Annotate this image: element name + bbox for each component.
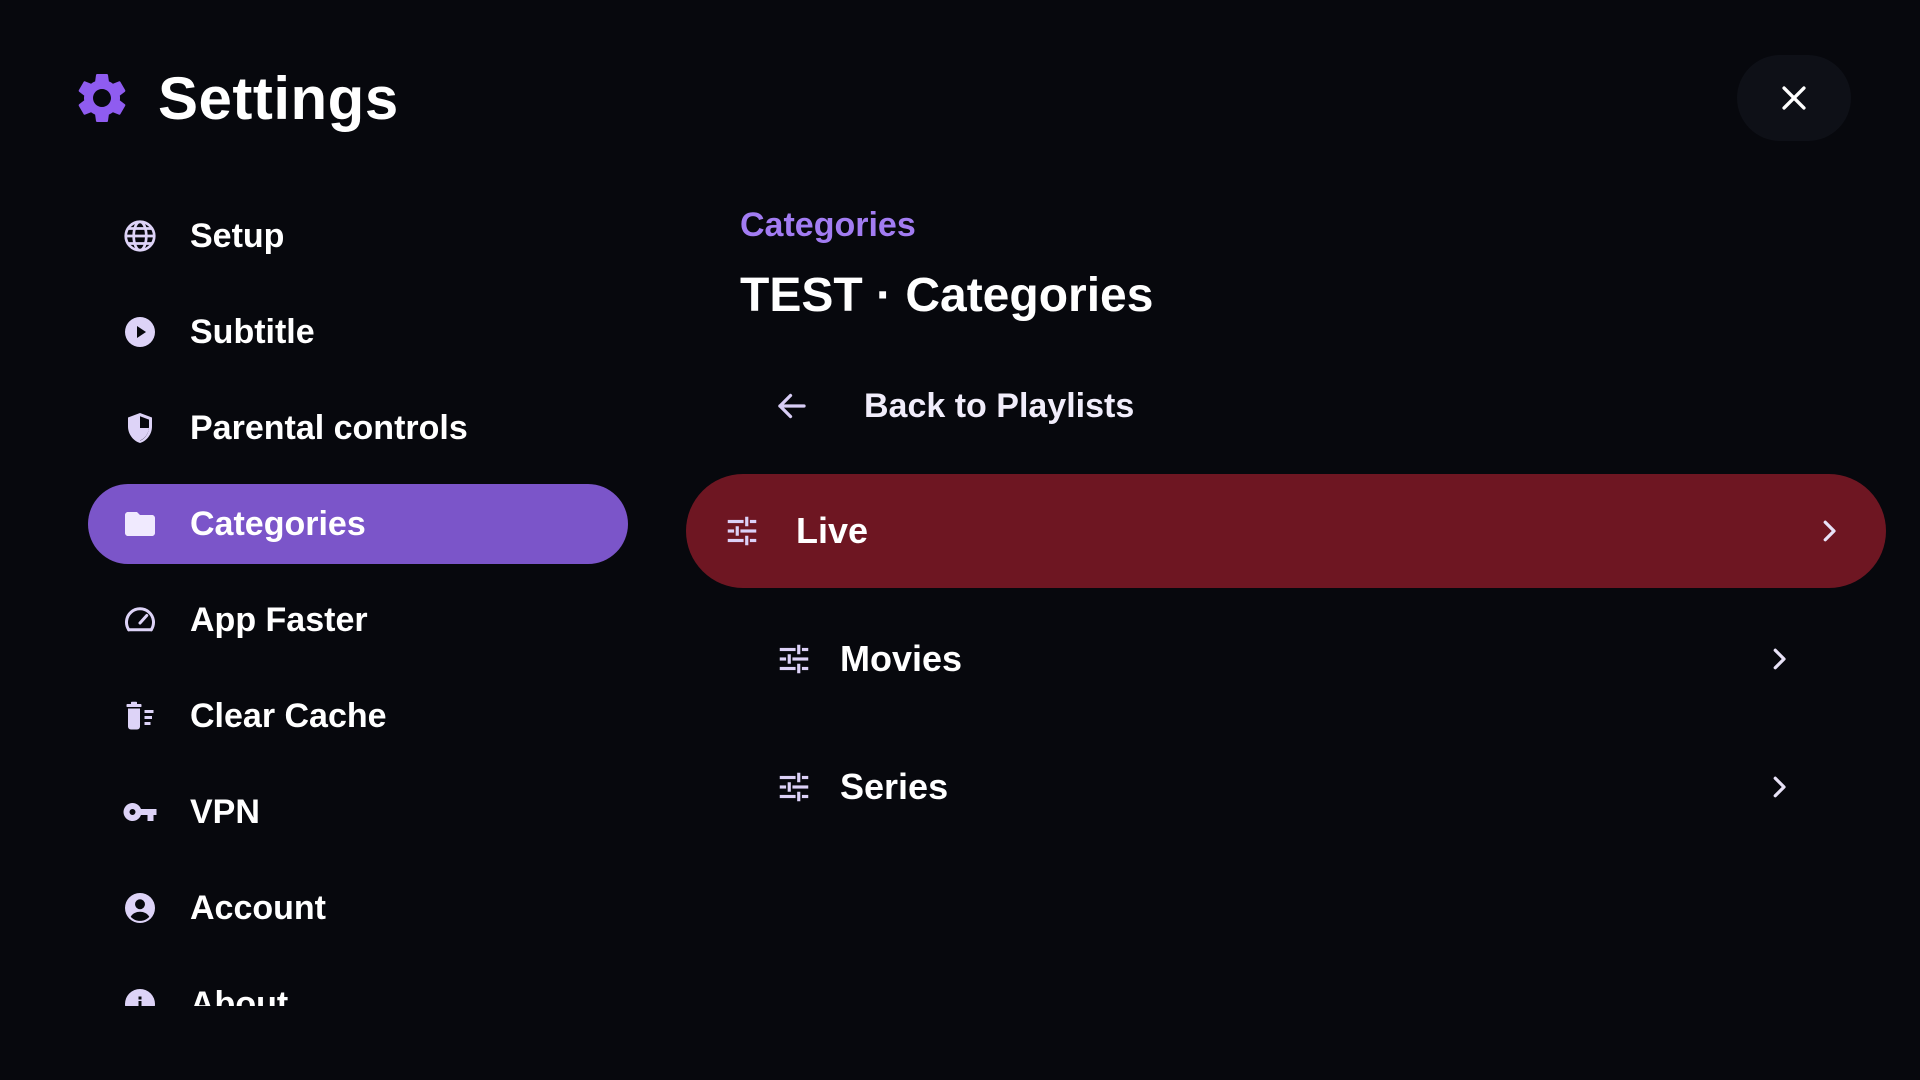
category-label: Series bbox=[840, 766, 949, 807]
tune-icon bbox=[722, 511, 762, 551]
sidebar-item-about[interactable]: About bbox=[88, 964, 628, 1006]
page-title: TEST · Categories bbox=[740, 269, 1154, 322]
sidebar-item-account[interactable]: Account bbox=[88, 868, 628, 948]
chevron-right-icon bbox=[1764, 772, 1794, 802]
chevron-right-icon bbox=[1764, 644, 1794, 674]
sidebar-item-label: Account bbox=[190, 888, 326, 927]
page-header-title: Settings bbox=[158, 64, 399, 132]
delete-sweep-icon bbox=[120, 696, 160, 736]
sidebar-item-label: Subtitle bbox=[190, 312, 315, 351]
sidebar-item-label: About bbox=[190, 984, 289, 1007]
sidebar-item-label: Setup bbox=[190, 216, 285, 255]
back-to-playlists-button[interactable]: Back to Playlists bbox=[774, 376, 1134, 436]
settings-screen: Settings Setup Subtitle Parental control… bbox=[0, 0, 1920, 1080]
sidebar-item-clear-cache[interactable]: Clear Cache bbox=[88, 676, 628, 756]
speedometer-icon bbox=[120, 600, 160, 640]
sidebar-nav: Setup Subtitle Parental controls Categor… bbox=[88, 196, 628, 1006]
key-icon bbox=[120, 792, 160, 832]
section-eyebrow: Categories bbox=[740, 206, 916, 244]
close-button[interactable] bbox=[1737, 55, 1851, 141]
category-row-series[interactable]: Series bbox=[686, 730, 1886, 844]
info-icon bbox=[120, 984, 160, 1006]
sidebar-item-setup[interactable]: Setup bbox=[88, 196, 628, 276]
sidebar-item-parental-controls[interactable]: Parental controls bbox=[88, 388, 628, 468]
back-link-label: Back to Playlists bbox=[864, 386, 1135, 425]
close-icon bbox=[1777, 81, 1811, 115]
account-circle-icon bbox=[120, 888, 160, 928]
chevron-right-icon bbox=[1814, 516, 1844, 546]
category-label: Movies bbox=[840, 638, 963, 679]
category-list: Live Movies Series bbox=[686, 474, 1886, 858]
shield-icon bbox=[120, 408, 160, 448]
folder-icon bbox=[120, 504, 160, 544]
sidebar-item-categories[interactable]: Categories bbox=[88, 484, 628, 564]
category-row-movies[interactable]: Movies bbox=[686, 602, 1886, 716]
header: Settings bbox=[72, 62, 399, 134]
tune-icon bbox=[774, 767, 814, 807]
sidebar-item-label: Parental controls bbox=[190, 408, 468, 447]
play-circle-icon bbox=[120, 312, 160, 352]
sidebar-item-label: VPN bbox=[190, 792, 260, 831]
sidebar-item-label: Categories bbox=[190, 504, 366, 543]
sidebar-item-app-faster[interactable]: App Faster bbox=[88, 580, 628, 660]
globe-icon bbox=[120, 216, 160, 256]
sidebar-item-label: Clear Cache bbox=[190, 696, 387, 735]
gear-icon bbox=[72, 68, 132, 128]
tune-icon bbox=[774, 639, 814, 679]
sidebar-item-vpn[interactable]: VPN bbox=[88, 772, 628, 852]
category-row-live[interactable]: Live bbox=[686, 474, 1886, 588]
arrow-left-icon bbox=[774, 388, 810, 424]
sidebar-item-label: App Faster bbox=[190, 600, 368, 639]
category-label: Live bbox=[796, 510, 869, 551]
sidebar-item-subtitle[interactable]: Subtitle bbox=[88, 292, 628, 372]
